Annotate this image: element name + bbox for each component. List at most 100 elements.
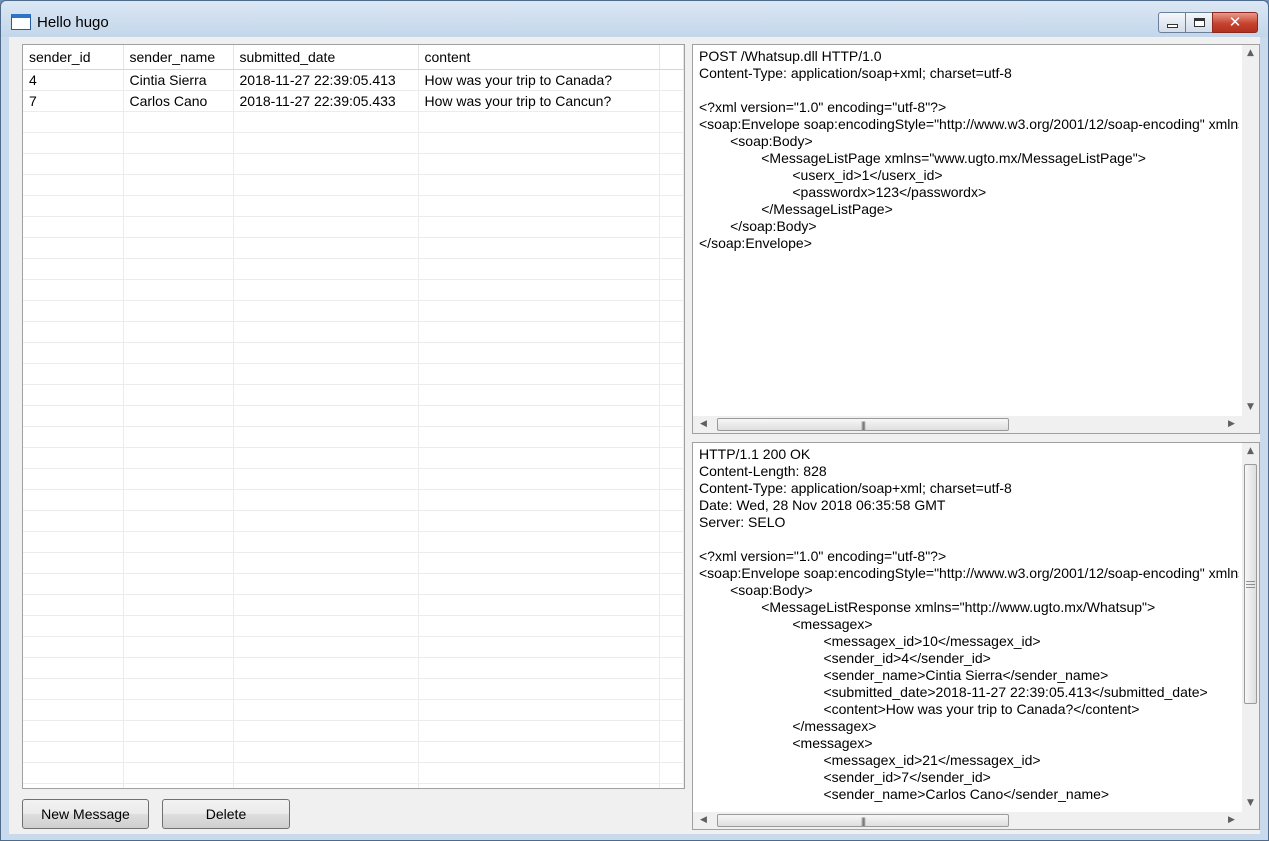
column-header-sender-id[interactable]: sender_id <box>23 45 124 70</box>
table-cell[interactable] <box>23 258 124 280</box>
table-cell[interactable] <box>418 426 660 448</box>
response-text[interactable]: HTTP/1.1 200 OK Content-Length: 828 Cont… <box>699 446 1239 809</box>
table-cell[interactable] <box>418 321 660 343</box>
table-cell[interactable] <box>123 468 234 490</box>
table-cell[interactable] <box>233 636 419 658</box>
table-cell[interactable] <box>418 195 660 217</box>
table-cell[interactable] <box>233 258 419 280</box>
delete-button[interactable]: Delete <box>162 799 290 829</box>
table-cell[interactable] <box>418 111 660 133</box>
table-cell[interactable] <box>418 468 660 490</box>
empty-row[interactable] <box>23 531 684 553</box>
column-header-sender-name[interactable]: sender_name <box>123 45 234 70</box>
table-cell[interactable] <box>233 237 419 259</box>
table-cell[interactable] <box>123 174 234 196</box>
arrow-up-icon[interactable]: ▲ <box>1242 45 1259 62</box>
table-cell[interactable] <box>418 237 660 259</box>
table-cell[interactable] <box>123 153 234 175</box>
table-cell[interactable] <box>23 279 124 301</box>
table-row[interactable]: 7 Carlos Cano 2018-11-27 22:39:05.433 How w… <box>23 90 684 112</box>
table-cell[interactable] <box>123 699 234 721</box>
table-cell[interactable] <box>23 489 124 511</box>
table-cell[interactable] <box>659 279 684 301</box>
request-text[interactable]: POST /Whatsup.dll HTTP/1.0 Content-Type:… <box>699 48 1239 413</box>
arrow-right-icon[interactable]: ▶ <box>1223 416 1240 433</box>
table-cell[interactable] <box>659 237 684 259</box>
table-cell[interactable] <box>659 783 684 788</box>
empty-row[interactable] <box>23 510 684 532</box>
new-message-button[interactable]: New Message <box>22 799 149 829</box>
empty-row[interactable] <box>23 258 684 280</box>
table-cell[interactable] <box>233 111 419 133</box>
column-header-submitted-date[interactable]: submitted_date <box>233 45 419 70</box>
empty-row[interactable] <box>23 405 684 427</box>
empty-row[interactable] <box>23 111 684 133</box>
table-cell[interactable] <box>23 468 124 490</box>
table-cell[interactable] <box>123 132 234 154</box>
empty-row[interactable] <box>23 657 684 679</box>
response-horizontal-scrollbar[interactable]: ◀ ||| ▶ <box>693 812 1242 829</box>
table-cell[interactable] <box>233 489 419 511</box>
empty-row[interactable] <box>23 216 684 238</box>
table-cell[interactable] <box>418 279 660 301</box>
table-cell[interactable] <box>233 132 419 154</box>
table-cell[interactable] <box>233 447 419 469</box>
table-cell[interactable] <box>123 615 234 637</box>
table-cell[interactable] <box>233 510 419 532</box>
table-cell[interactable] <box>123 636 234 658</box>
table-cell[interactable] <box>123 279 234 301</box>
table-cell[interactable] <box>123 783 234 788</box>
arrow-up-icon[interactable]: ▲ <box>1242 443 1259 460</box>
table-cell[interactable] <box>233 405 419 427</box>
title-bar[interactable]: Hello hugo ✕ <box>1 1 1268 37</box>
table-cell[interactable] <box>659 489 684 511</box>
empty-row[interactable] <box>23 699 684 721</box>
table-cell[interactable] <box>233 300 419 322</box>
table-cell[interactable] <box>23 195 124 217</box>
table-cell[interactable] <box>23 426 124 448</box>
table-cell[interactable] <box>659 90 684 112</box>
table-cell[interactable]: How was your trip to Canada? <box>418 69 660 91</box>
table-cell[interactable] <box>418 300 660 322</box>
table-cell[interactable] <box>23 342 124 364</box>
table-cell[interactable] <box>659 132 684 154</box>
arrow-left-icon[interactable]: ◀ <box>695 812 712 829</box>
table-cell[interactable] <box>233 321 419 343</box>
table-cell[interactable] <box>123 573 234 595</box>
table-cell[interactable] <box>659 258 684 280</box>
empty-row[interactable] <box>23 279 684 301</box>
response-vertical-scrollbar[interactable]: ▲ — — — ▼ <box>1242 443 1259 812</box>
table-cell[interactable] <box>659 531 684 553</box>
table-cell[interactable] <box>123 342 234 364</box>
table-cell[interactable] <box>659 762 684 784</box>
table-cell[interactable] <box>23 447 124 469</box>
table-cell[interactable] <box>233 279 419 301</box>
table-cell[interactable] <box>123 594 234 616</box>
table-cell[interactable] <box>23 636 124 658</box>
table-cell[interactable] <box>23 720 124 742</box>
empty-row[interactable] <box>23 762 684 784</box>
table-cell[interactable] <box>23 699 124 721</box>
table-cell[interactable] <box>123 552 234 574</box>
empty-row[interactable] <box>23 678 684 700</box>
table-cell[interactable] <box>123 111 234 133</box>
table-cell[interactable] <box>418 258 660 280</box>
table-cell[interactable] <box>233 657 419 679</box>
table-cell[interactable] <box>418 783 660 788</box>
empty-row[interactable] <box>23 489 684 511</box>
table-cell[interactable] <box>418 699 660 721</box>
arrow-left-icon[interactable]: ◀ <box>695 416 712 433</box>
table-cell[interactable] <box>23 174 124 196</box>
close-button[interactable]: ✕ <box>1212 12 1258 33</box>
table-cell[interactable] <box>233 552 419 574</box>
table-cell[interactable] <box>23 552 124 574</box>
table-cell[interactable]: 7 <box>23 90 124 112</box>
arrow-down-icon[interactable]: ▼ <box>1242 399 1259 416</box>
table-cell[interactable] <box>123 489 234 511</box>
table-cell[interactable] <box>659 363 684 385</box>
table-cell[interactable] <box>23 783 124 788</box>
empty-row[interactable] <box>23 426 684 448</box>
messages-grid[interactable]: sender_id sender_name submitted_date con… <box>22 44 685 789</box>
table-cell[interactable] <box>233 720 419 742</box>
table-cell[interactable] <box>418 447 660 469</box>
